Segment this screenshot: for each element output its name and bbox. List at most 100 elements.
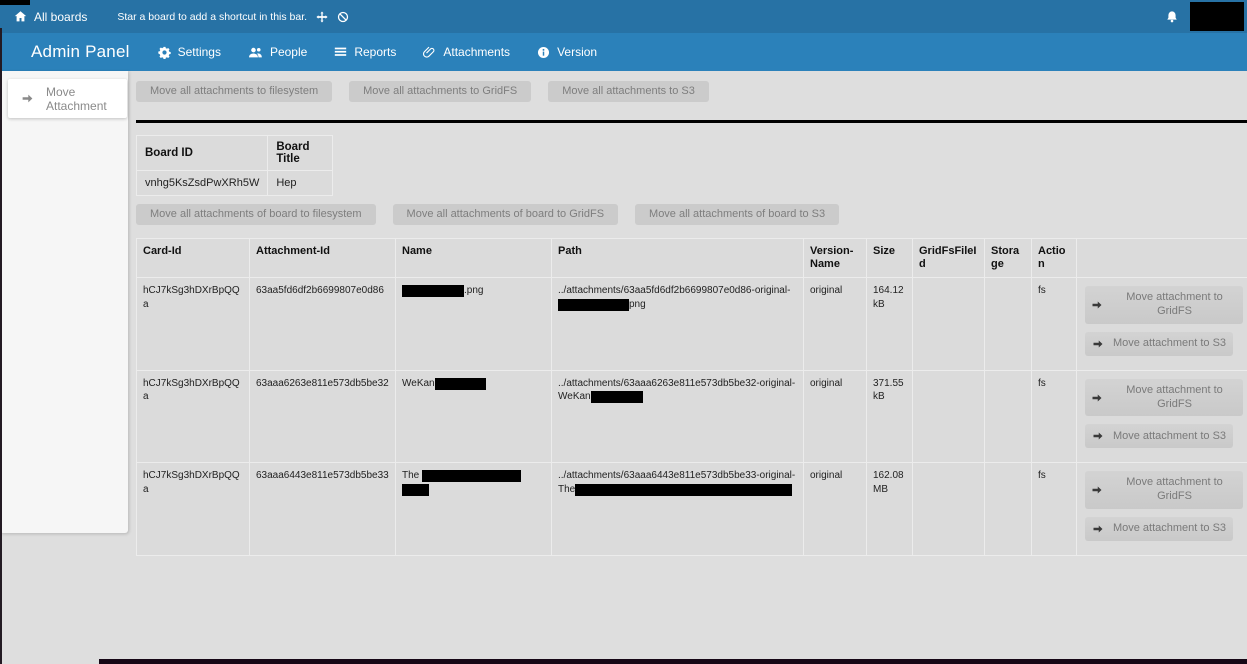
- admin-nav: Settings People Reports Attachments Vers…: [158, 45, 598, 59]
- page-title: Admin Panel: [31, 42, 130, 62]
- redacted-user-menu[interactable]: [1190, 2, 1244, 31]
- cell-card-id: hCJ7kSg3hDXrBpQQa: [137, 463, 250, 556]
- star-hint-bar: Star a board to add a shortcut in this b…: [117, 11, 349, 23]
- cell-size: 164.12 kB: [867, 278, 913, 371]
- all-boards-label: All boards: [34, 10, 87, 24]
- move-board-attachments-to-gridfs-button[interactable]: Move all attachments of board to GridFS: [393, 204, 618, 225]
- move-attachment-to-s3-button[interactable]: Move attachment to S3: [1085, 517, 1233, 541]
- window-bottom-strip: [99, 659, 1247, 664]
- cell-name: The: [396, 463, 552, 556]
- col-header-action: Action: [1032, 239, 1077, 278]
- attachments-table-body: hCJ7kSg3hDXrBpQQa63aa5fd6df2b6699807e0d8…: [137, 278, 1247, 556]
- paperclip-icon: [423, 46, 436, 59]
- cell-path: ../attachments/63aaa6263e811e573db5be32-…: [552, 370, 804, 463]
- row-button-label: Move attachment to S3: [1113, 430, 1226, 444]
- nav-reports[interactable]: Reports: [334, 45, 396, 59]
- row-button-label: Move attachment to S3: [1113, 337, 1226, 351]
- redacted-text: [402, 484, 429, 496]
- redacted-text: [435, 378, 486, 390]
- col-header-size: Size: [867, 239, 913, 278]
- move-icon[interactable]: [316, 11, 328, 23]
- move-attachment-to-gridfs-button[interactable]: Move attachment to GridFS: [1085, 471, 1243, 509]
- board-id-header: Board ID: [137, 136, 268, 171]
- move-all-attachments-to-filesystem-button[interactable]: Move all attachments to filesystem: [136, 81, 332, 102]
- move-attachment-to-s3-button[interactable]: Move attachment to S3: [1085, 332, 1233, 356]
- move-board-attachments-to-filesystem-button[interactable]: Move all attachments of board to filesys…: [136, 204, 376, 225]
- redacted-text: [575, 484, 792, 496]
- nav-settings-label: Settings: [178, 45, 221, 59]
- board-table: Board ID Board Title vnhg5KsZsdPwXRh5W H…: [136, 135, 333, 196]
- bell-icon[interactable]: [1165, 10, 1179, 24]
- move-attachment-to-s3-button[interactable]: Move attachment to S3: [1085, 424, 1233, 448]
- cell-size: 162.08 MB: [867, 463, 913, 556]
- gear-icon: [158, 46, 171, 59]
- move-attachment-to-gridfs-button[interactable]: Move attachment to GridFS: [1085, 379, 1243, 417]
- cell-gridfsfileid: [913, 463, 985, 556]
- attachments-table: Card-Id Attachment-Id Name Path Version-…: [136, 238, 1247, 556]
- move-attachment-to-gridfs-button[interactable]: Move attachment to GridFS: [1085, 286, 1243, 324]
- sidebar-item-move-attachment[interactable]: Move Attachment: [8, 79, 127, 118]
- info-circle-icon: [537, 46, 550, 59]
- attachments-header-row: Card-Id Attachment-Id Name Path Version-…: [137, 239, 1247, 278]
- nav-people[interactable]: People: [248, 45, 307, 59]
- cell-path: ../attachments/63aaa6443e811e573db5be33-…: [552, 463, 804, 556]
- cell-attachment-id: 63aaa6263e811e573db5be32: [250, 370, 396, 463]
- sidebar-item-label: Move Attachment: [46, 85, 127, 113]
- cell-actions-buttons: Move attachment to GridFS Move attachment…: [1077, 370, 1247, 463]
- redacted-text: [591, 391, 643, 403]
- col-header-name: Name: [396, 239, 552, 278]
- nav-attachments[interactable]: Attachments: [423, 45, 510, 59]
- cell-gridfsfileid: [913, 278, 985, 371]
- redacted-text: [558, 299, 629, 311]
- cell-version-name: original: [804, 278, 867, 371]
- nav-reports-label: Reports: [354, 45, 396, 59]
- cell-actions-buttons: Move attachment to GridFS Move attachment…: [1077, 278, 1247, 371]
- cell-gridfsfileid: [913, 370, 985, 463]
- cell-storage: [985, 463, 1032, 556]
- main-panel: Move all attachments to filesystem Move …: [128, 71, 1247, 556]
- board-title-cell: Hep: [268, 171, 333, 196]
- board-actions: Move all attachments of board to filesys…: [136, 204, 1247, 225]
- col-header-version-name: Version-Name: [804, 239, 867, 278]
- admin-header: Admin Panel Settings People Reports Atta…: [0, 33, 1247, 71]
- all-boards-link[interactable]: All boards: [14, 10, 87, 24]
- divider: [136, 120, 1247, 123]
- cell-action: fs: [1032, 370, 1077, 463]
- cell-version-name: original: [804, 463, 867, 556]
- row-button-label: Move attachment to GridFS: [1112, 384, 1237, 412]
- nav-attachments-label: Attachments: [443, 45, 510, 59]
- cell-action: fs: [1032, 463, 1077, 556]
- move-board-attachments-to-s3-button[interactable]: Move all attachments of board to S3: [635, 204, 839, 225]
- board-row: vnhg5KsZsdPwXRh5W Hep: [137, 171, 333, 196]
- move-all-attachments-to-s3-button[interactable]: Move all attachments to S3: [548, 81, 709, 102]
- col-header-attachment-id: Attachment-Id: [250, 239, 396, 278]
- nav-people-label: People: [270, 45, 307, 59]
- users-icon: [248, 46, 263, 59]
- cell-size: 371.55 kB: [867, 370, 913, 463]
- redacted-text: [422, 470, 521, 482]
- cell-storage: [985, 370, 1032, 463]
- redacted-chip: [0, 0, 30, 5]
- global-actions: Move all attachments to filesystem Move …: [136, 81, 1247, 102]
- wekan-admin-panel: { "topbar": { "all_boards_label": "All b…: [0, 0, 1247, 664]
- attachment-row: hCJ7kSg3hDXrBpQQa63aaa6443e811e573db5be3…: [137, 463, 1247, 556]
- list-icon: [334, 46, 347, 59]
- nav-version-label: Version: [557, 45, 597, 59]
- cell-name: WeKan: [396, 370, 552, 463]
- content: Move Attachment Move all attachments to …: [0, 71, 1247, 556]
- nav-settings[interactable]: Settings: [158, 45, 221, 59]
- top-bar-right: [1165, 2, 1244, 31]
- cell-version-name: original: [804, 370, 867, 463]
- cell-action: fs: [1032, 278, 1077, 371]
- cell-attachment-id: 63aaa6443e811e573db5be33: [250, 463, 396, 556]
- sidebar: Move Attachment: [0, 71, 128, 533]
- cell-actions-buttons: Move attachment to GridFS Move attachment…: [1077, 463, 1247, 556]
- move-all-attachments-to-gridfs-button[interactable]: Move all attachments to GridFS: [349, 81, 531, 102]
- col-header-buttons: [1077, 239, 1247, 278]
- board-title-header: Board Title: [268, 136, 333, 171]
- attachment-row: hCJ7kSg3hDXrBpQQa63aa5fd6df2b6699807e0d8…: [137, 278, 1247, 371]
- ban-icon[interactable]: [337, 11, 349, 23]
- board-id-cell: vnhg5KsZsdPwXRh5W: [137, 171, 268, 196]
- redacted-text: [402, 285, 464, 297]
- nav-version[interactable]: Version: [537, 45, 597, 59]
